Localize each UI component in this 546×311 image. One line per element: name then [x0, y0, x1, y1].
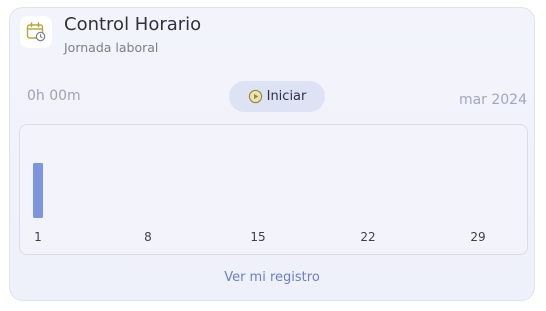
x-tick-label: 29: [470, 230, 485, 244]
view-register-link[interactable]: Ver mi registro: [10, 270, 534, 285]
bar-day-1: [33, 163, 43, 218]
x-tick-label: 15: [250, 230, 265, 244]
worked-duration: 0h 00m: [27, 88, 81, 104]
play-circle-icon: [248, 89, 263, 104]
start-button-label: Iniciar: [266, 89, 307, 104]
card-subtitle: Jornada laboral: [64, 40, 159, 55]
calendar-clock-icon: [20, 16, 52, 48]
start-button[interactable]: Iniciar: [229, 81, 325, 112]
x-tick-label: 1: [34, 230, 42, 244]
daily-hours-chart: 1 8 15 22 29: [19, 124, 528, 255]
chart-canvas: 1 8 15 22 29: [33, 163, 486, 244]
x-tick-label: 22: [360, 230, 375, 244]
period-label: mar 2024: [458, 92, 527, 108]
card-title: Control Horario: [64, 14, 202, 35]
x-tick-label: 8: [144, 230, 152, 244]
time-tracking-card: Control Horario Jornada laboral 0h 00m I…: [9, 7, 535, 301]
